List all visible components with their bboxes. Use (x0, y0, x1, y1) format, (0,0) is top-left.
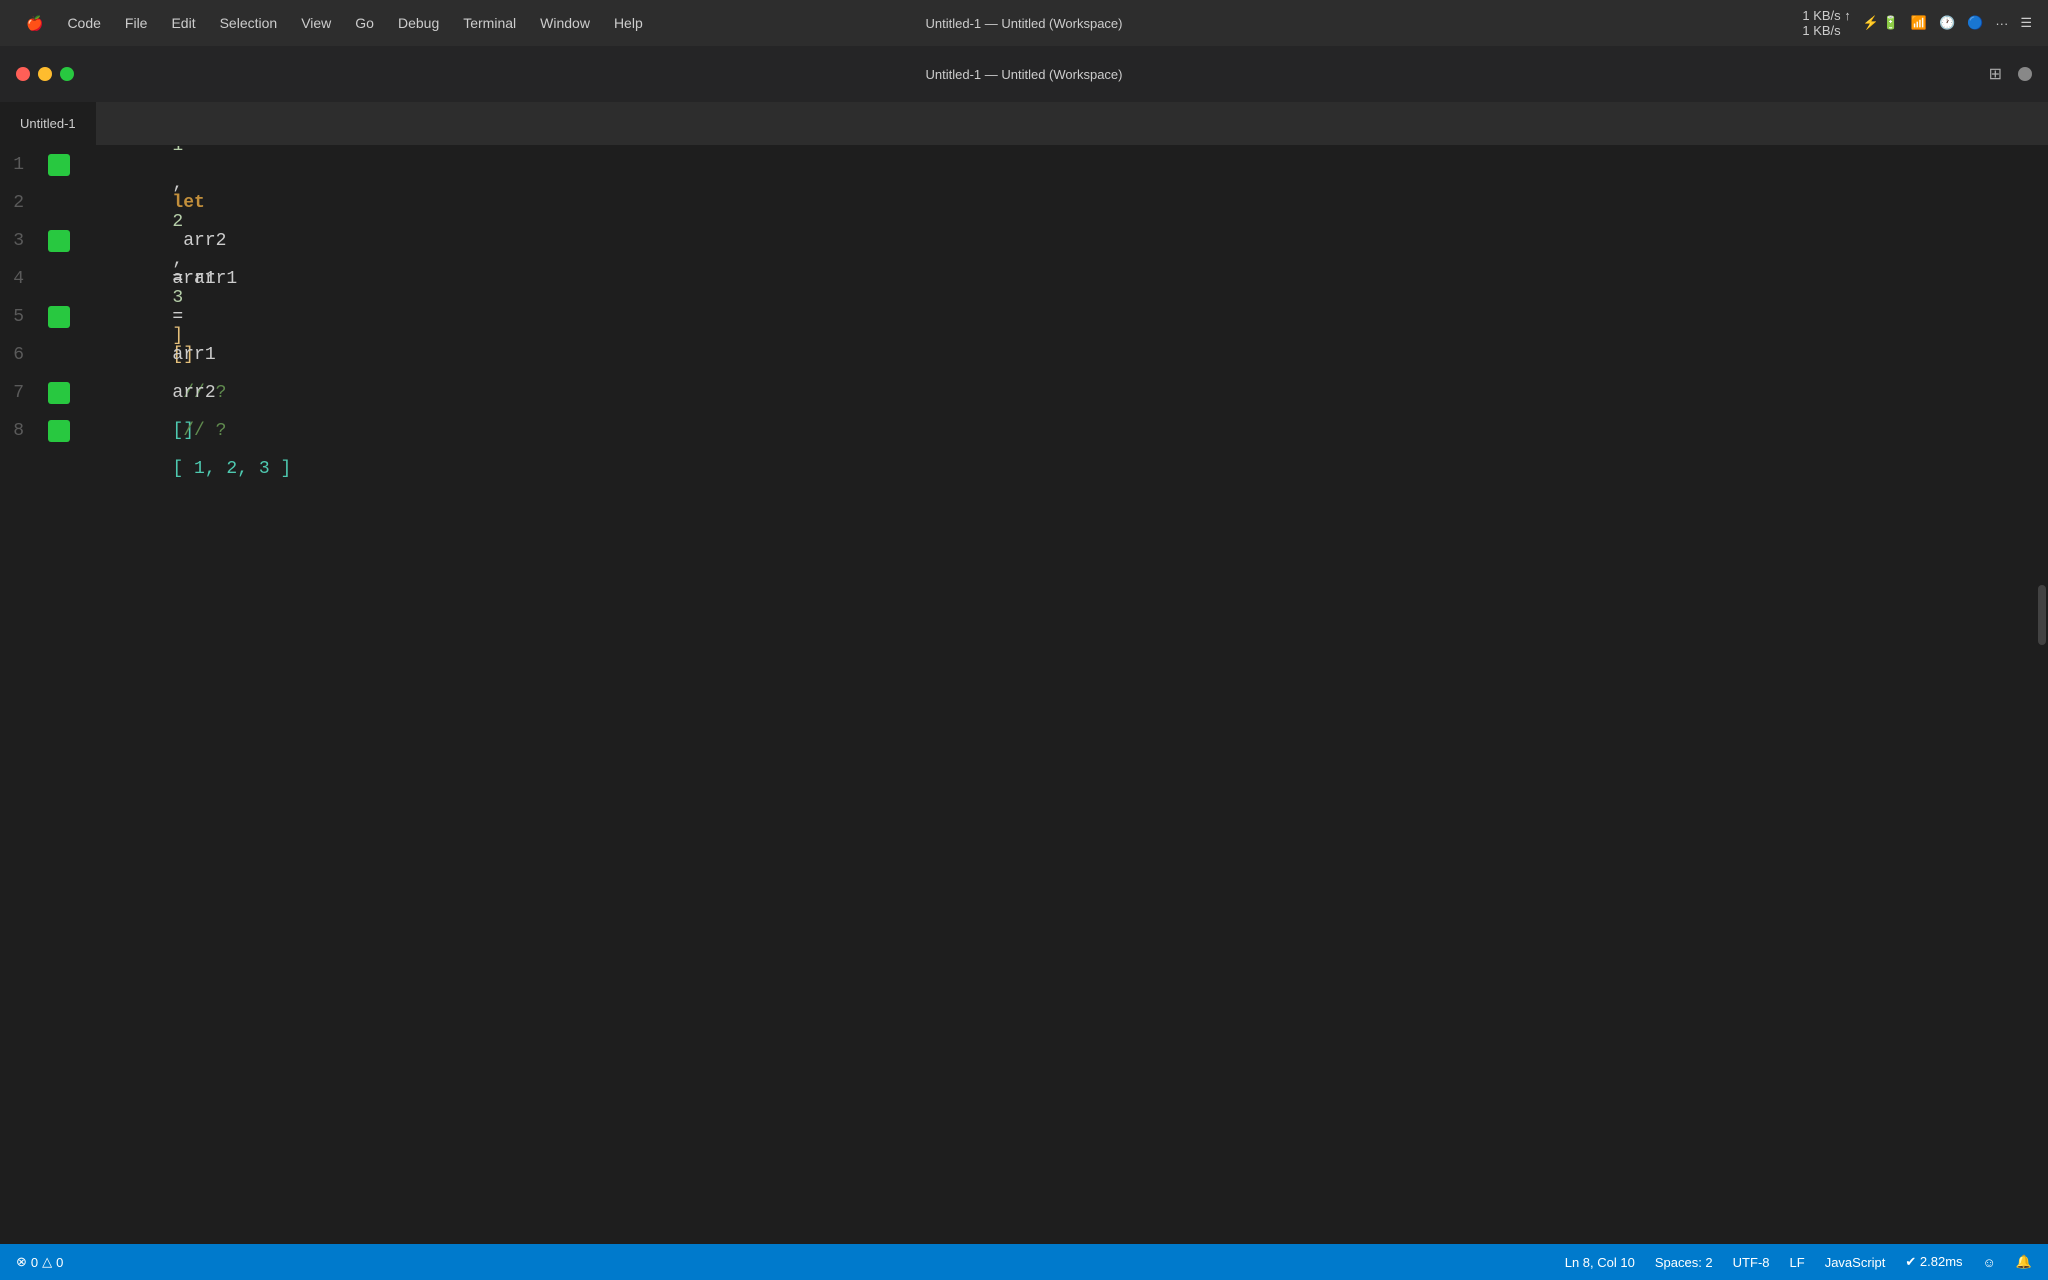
menu-items: 🍎 Code File Edit Selection View Go Debug… (16, 11, 653, 36)
menubar-title: Untitled-1 — Untitled (Workspace) (926, 16, 1123, 31)
wifi-icon: 📶 (1911, 15, 1927, 31)
warning-number: 0 (56, 1255, 63, 1270)
menu-terminal[interactable]: Terminal (453, 11, 526, 35)
line-number-5: 5 (0, 307, 48, 327)
toolbar-right: ⊞ (1989, 64, 2032, 84)
line-number-4: 4 (0, 269, 48, 289)
encoding[interactable]: UTF-8 (1733, 1255, 1770, 1270)
breakpoint-8[interactable] (48, 420, 70, 442)
list-icon[interactable]: ☰ (2020, 15, 2032, 31)
split-editor-icon[interactable]: ⊞ (1989, 64, 2002, 84)
line-7: 7 arr1 // ? [] (0, 374, 2048, 412)
finder-icon: 🔵 (1967, 15, 1983, 31)
code-editor[interactable]: 1 let arr1 = [ 1 , 2 , 3 ] 2 3 (0, 146, 2048, 1244)
menu-bar: 🍎 Code File Edit Selection View Go Debug… (0, 0, 2048, 46)
warning-icon: △ (42, 1254, 52, 1270)
line-3: 3 let arr2 = arr1 (0, 222, 2048, 260)
error-number: 0 (31, 1255, 38, 1270)
menu-help[interactable]: Help (604, 11, 653, 35)
line-1: 1 let arr1 = [ 1 , 2 , 3 ] (0, 146, 2048, 184)
line-number-6: 6 (0, 345, 48, 365)
more-icon[interactable]: ··· (1995, 16, 2008, 31)
sync-indicator (2018, 67, 2032, 81)
menu-code[interactable]: Code (57, 11, 110, 35)
menu-selection[interactable]: Selection (210, 11, 288, 35)
spaces-setting[interactable]: Spaces: 2 (1655, 1255, 1713, 1270)
bell-icon[interactable]: 🔔 (2016, 1254, 2032, 1270)
var-arr1-5: arr1 (172, 269, 226, 289)
maximize-button[interactable] (60, 67, 74, 81)
close-button[interactable] (16, 67, 30, 81)
var-arr2-8: arr2 (172, 383, 215, 403)
cursor-position[interactable]: Ln 8, Col 10 (1565, 1255, 1635, 1270)
menu-view[interactable]: View (291, 11, 341, 35)
breakpoint-3[interactable] (48, 230, 70, 252)
minimize-button[interactable] (38, 67, 52, 81)
code-line-8: arr2 // ? [ 1, 2, 3 ] (70, 336, 291, 526)
line-number-7: 7 (0, 383, 48, 403)
line-4: 4 (0, 260, 2048, 298)
error-icon: ⊗ (16, 1254, 27, 1270)
menubar-right: 1 KB/s ↑1 KB/s ⚡ 🔋 📶 🕐 🔵 ··· ☰ (1802, 8, 2032, 38)
breakpoint-5[interactable] (48, 306, 70, 328)
performance[interactable]: ✔ 2.82ms (1905, 1254, 1962, 1270)
scrollbar-track[interactable] (2036, 146, 2048, 1244)
apple-menu[interactable]: 🍎 (16, 11, 53, 36)
result-8: [ 1, 2, 3 ] (172, 459, 291, 479)
line-ending[interactable]: LF (1790, 1255, 1805, 1270)
editor-area[interactable]: 1 let arr1 = [ 1 , 2 , 3 ] 2 3 (0, 146, 2048, 1244)
menu-edit[interactable]: Edit (161, 11, 205, 35)
menu-debug[interactable]: Debug (388, 11, 449, 35)
line-8: 8 arr2 // ? [ 1, 2, 3 ] (0, 412, 2048, 450)
status-bar-right: Ln 8, Col 10 Spaces: 2 UTF-8 LF JavaScri… (1545, 1254, 2032, 1270)
tab-untitled-1[interactable]: Untitled-1 (0, 102, 97, 145)
error-count[interactable]: ⊗ 0 △ 0 (16, 1254, 63, 1270)
breakpoint-1[interactable] (48, 154, 70, 176)
breakpoint-7[interactable] (48, 382, 70, 404)
battery-icon: ⚡ 🔋 (1863, 15, 1899, 31)
network-speed-icon: 1 KB/s ↑1 KB/s (1802, 8, 1850, 38)
line-2: 2 (0, 184, 2048, 222)
tab-bar: Untitled-1 (0, 102, 2048, 146)
clock-icon: 🕐 (1939, 15, 1955, 31)
line-6: 6 (0, 336, 2048, 374)
line-number-8: 8 (0, 421, 48, 441)
title-bar: Untitled-1 — Untitled (Workspace) ⊞ (0, 46, 2048, 102)
menu-window[interactable]: Window (530, 11, 600, 35)
smiley-icon[interactable]: ☺ (1983, 1255, 1996, 1270)
line-number-1: 1 (0, 155, 48, 175)
status-bar: ⊗ 0 △ 0 Ln 8, Col 10 Spaces: 2 UTF-8 LF … (0, 1244, 2048, 1280)
comment-8: // ? (172, 421, 237, 441)
line-number-2: 2 (0, 193, 48, 213)
line-number-3: 3 (0, 231, 48, 251)
menu-go[interactable]: Go (345, 11, 384, 35)
window-title: Untitled-1 — Untitled (Workspace) (926, 67, 1123, 82)
language-mode[interactable]: JavaScript (1825, 1255, 1886, 1270)
menu-file[interactable]: File (115, 11, 158, 35)
traffic-lights (16, 67, 74, 81)
scrollbar-thumb[interactable] (2038, 585, 2046, 645)
keyword-let-3: let (172, 193, 204, 213)
line-5: 5 arr1 = [] (0, 298, 2048, 336)
tab-label: Untitled-1 (20, 116, 76, 131)
